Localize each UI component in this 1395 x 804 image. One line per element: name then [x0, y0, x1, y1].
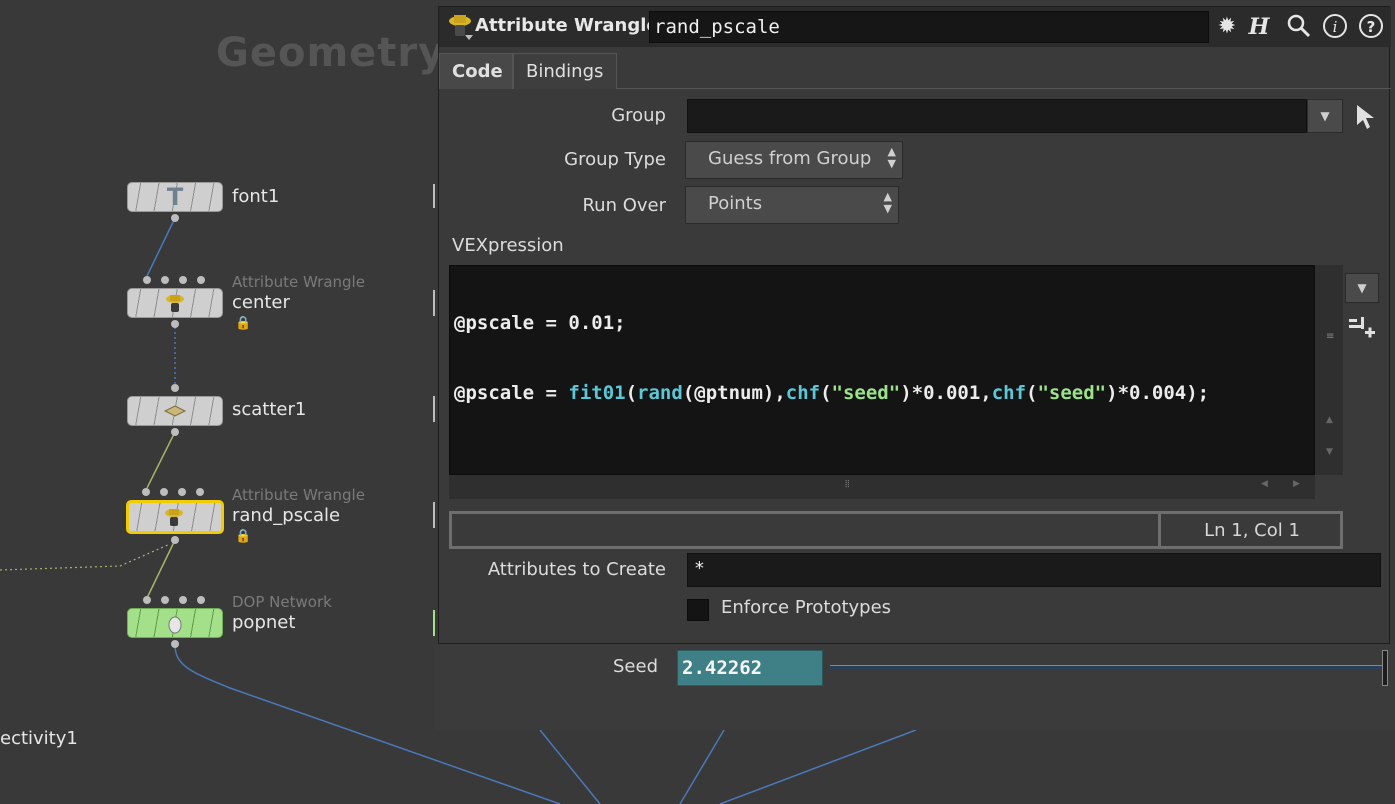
svg-text:?: ?	[1367, 18, 1376, 36]
vex-code-editor[interactable]: @pscale = 0.01; @pscale = fit01(rand(@pt…	[449, 265, 1315, 475]
group-type-value: Guess from Group	[708, 148, 872, 169]
group-field[interactable]	[687, 99, 1307, 133]
group-type-label: Group Type	[564, 149, 666, 170]
wrangle-cowboy-icon	[162, 505, 186, 529]
tab-code[interactable]: Code	[439, 53, 513, 89]
houdini-window: Geometry T font1 Attribute Wrangle cente…	[0, 0, 1395, 804]
run-over-value: Points	[708, 193, 763, 214]
cursor-position: Ln 1, Col 1	[1204, 520, 1300, 541]
gear-icon[interactable]: ✹	[1213, 13, 1241, 41]
node-label-rand-pscale: rand_pscale	[232, 505, 341, 526]
partial-node-label: ectivity1	[0, 728, 78, 749]
panel-header: Attribute Wrangle rand_pscale ✹ H i ?	[439, 7, 1391, 47]
node-scatter1[interactable]	[127, 384, 223, 436]
seed-slider[interactable]	[830, 665, 1386, 670]
group-type-dropdown[interactable]: Guess from Group ▲ ▼	[685, 141, 903, 179]
lock-icon: 🔒	[235, 316, 252, 331]
code-line-2: @pscale = fit01(rand(@ptnum),chf("seed")…	[454, 382, 1210, 404]
node-type-popnet: DOP Network	[232, 593, 332, 611]
search-icon[interactable]	[1285, 13, 1313, 41]
node-popnet[interactable]	[127, 596, 223, 648]
node-type-title: Attribute Wrangle	[475, 15, 659, 36]
node-label-scatter1: scatter1	[232, 399, 307, 420]
node-font1[interactable]: T	[127, 182, 223, 222]
run-over-dropdown[interactable]: Points ▲ ▼	[685, 186, 899, 224]
wrangle-cowboy-icon[interactable]	[445, 11, 475, 41]
vexpression-label: VEXpression	[452, 235, 564, 256]
code-status-bar: Ln 1, Col 1	[449, 511, 1343, 549]
code-vertical-scrollbar[interactable]: ≡ ▲ ▼	[1315, 265, 1343, 475]
updown-icon: ▲ ▼	[883, 190, 892, 215]
parameter-pane-background	[434, 644, 1395, 730]
node-name-input[interactable]: rand_pscale	[649, 11, 1209, 43]
seed-slider-handle[interactable]	[1382, 650, 1388, 686]
scroll-up-icon[interactable]: ▲	[1326, 415, 1333, 425]
info-icon[interactable]: i	[1321, 13, 1349, 41]
node-center[interactable]	[127, 276, 223, 328]
svg-text:i: i	[1333, 18, 1338, 36]
seed-label: Seed	[613, 656, 658, 677]
wrangle-cowboy-icon	[163, 291, 187, 315]
parameter-panel: Attribute Wrangle rand_pscale ✹ H i ? Co…	[438, 6, 1391, 644]
node-label-font1: font1	[232, 186, 280, 207]
node-type-center: Attribute Wrangle	[232, 273, 365, 291]
scroll-grip-icon: ≡	[1326, 331, 1335, 342]
node-label-center: center	[232, 292, 290, 313]
scatter-icon	[163, 399, 187, 423]
pop-solver-icon	[163, 611, 187, 635]
node-label-popnet: popnet	[232, 612, 296, 633]
text-t-icon: T	[166, 183, 184, 211]
code-horizontal-scrollbar[interactable]: ⦙⦙ ◀ ▶	[449, 475, 1315, 499]
updown-icon: ▲ ▼	[887, 145, 896, 170]
node-type-rand-pscale: Attribute Wrangle	[232, 486, 365, 504]
scroll-right-icon[interactable]: ▶	[1293, 479, 1300, 489]
seed-value-field[interactable]: 2.42262	[677, 650, 823, 686]
run-over-label: Run Over	[582, 195, 666, 216]
lock-icon: 🔒	[235, 529, 252, 544]
status-divider	[1158, 514, 1161, 546]
node-rand-pscale[interactable]	[126, 488, 224, 544]
attributes-to-create-field[interactable]: *	[687, 553, 1381, 587]
create-spare-parms-icon[interactable]	[1347, 313, 1379, 345]
enforce-prototypes-checkbox[interactable]	[687, 599, 709, 621]
attributes-to-create-label: Attributes to Create	[487, 559, 666, 580]
enforce-prototypes-label: Enforce Prototypes	[721, 597, 892, 618]
houdini-h-icon[interactable]: H	[1245, 13, 1273, 41]
group-menu-button[interactable]: ▼	[1307, 99, 1343, 133]
group-label: Group	[611, 105, 666, 126]
scroll-down-icon[interactable]: ▼	[1326, 447, 1333, 457]
select-arrow-icon[interactable]	[1353, 101, 1377, 135]
code-menu-button[interactable]: ▼	[1345, 273, 1379, 303]
tab-bindings[interactable]: Bindings	[513, 53, 617, 89]
scroll-left-icon[interactable]: ◀	[1261, 479, 1268, 489]
code-line-1: @pscale = 0.01;	[454, 312, 626, 334]
help-icon[interactable]: ?	[1357, 13, 1385, 41]
scroll-grip-icon: ⦙⦙	[845, 479, 850, 490]
